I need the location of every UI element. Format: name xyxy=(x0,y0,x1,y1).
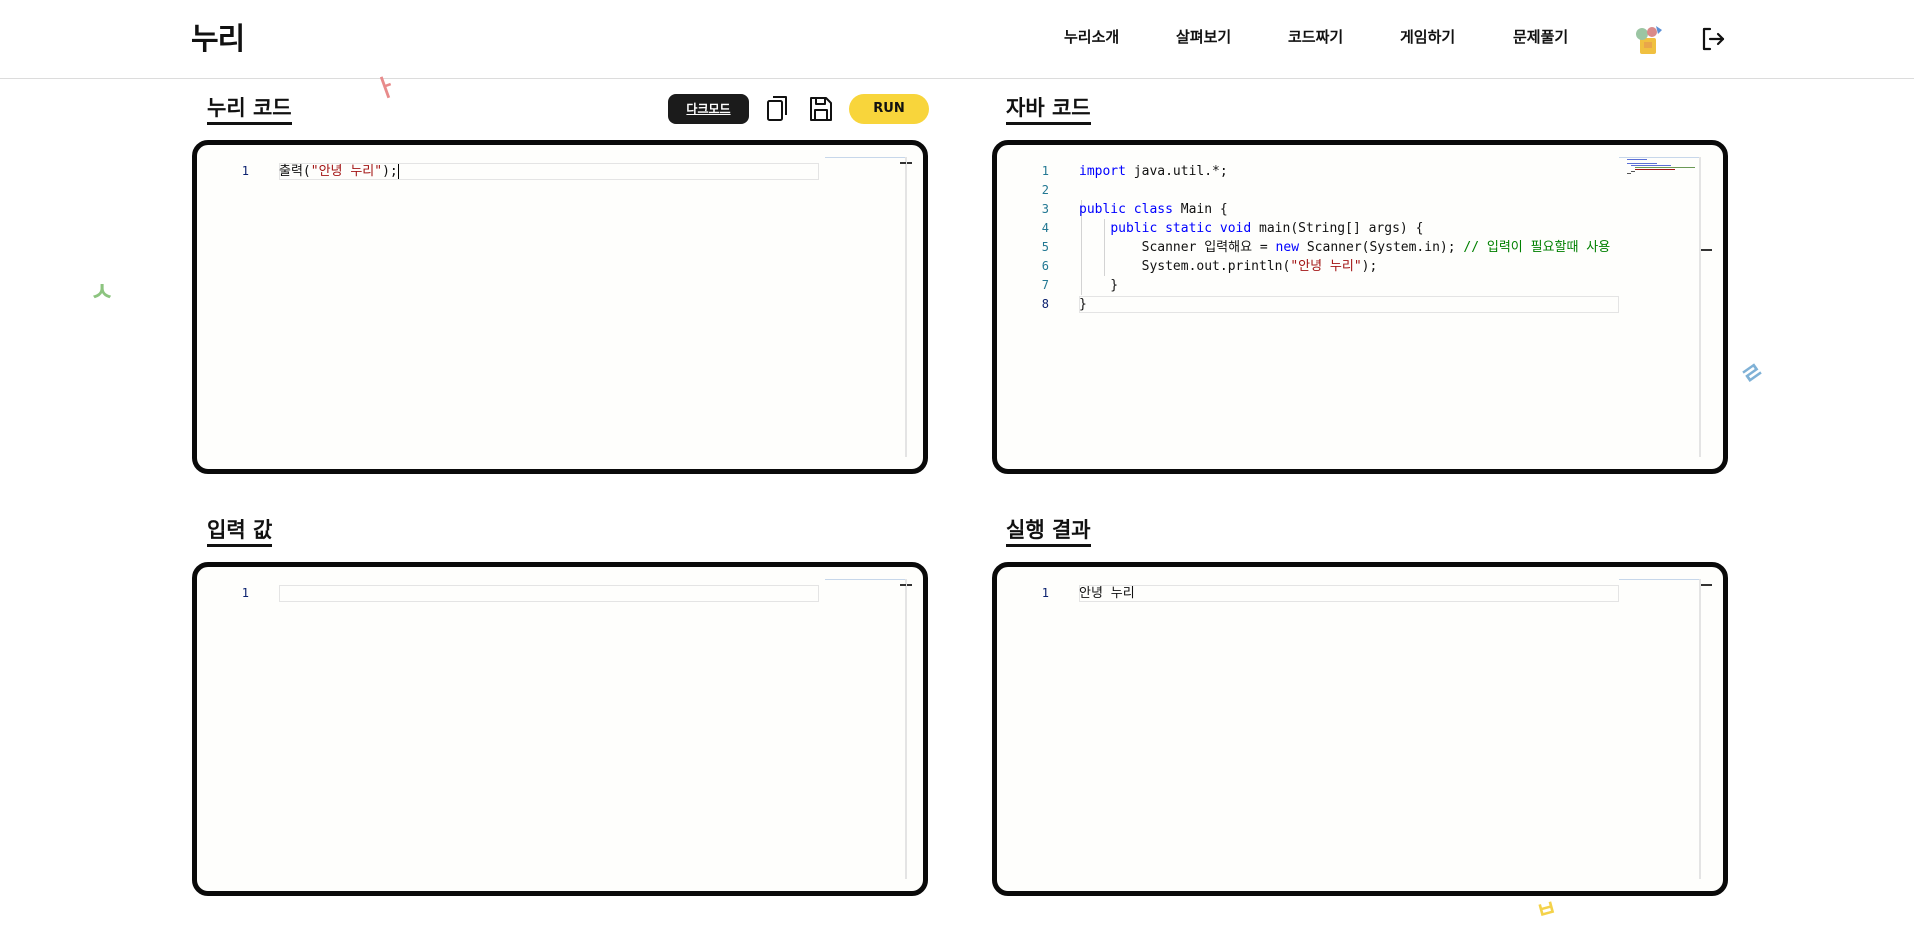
code-token: ); xyxy=(382,164,398,179)
java-code-title: 자바 코드 xyxy=(1006,96,1091,125)
nav-item-game[interactable]: 게임하기 xyxy=(1400,26,1455,47)
input-title: 입력 값 xyxy=(207,518,273,547)
code-token: public static void xyxy=(1110,221,1252,236)
code-token: } xyxy=(1079,278,1119,293)
scroll-position-marker xyxy=(1700,584,1712,586)
code-line: import java.util.*; xyxy=(1079,162,1619,181)
logout-icon[interactable] xyxy=(1700,26,1726,52)
code-token: 출력( xyxy=(279,164,311,179)
dark-mode-button[interactable]: 다크모드 xyxy=(668,94,749,124)
code-token: System.out.println( xyxy=(1079,259,1291,274)
line-number: 6 xyxy=(1041,259,1049,273)
code-token: java.util.*; xyxy=(1125,164,1228,179)
minimap[interactable] xyxy=(1619,579,1700,879)
nuri-code-title: 누리 코드 xyxy=(207,96,292,125)
code-token: "안녕 누리" xyxy=(1290,259,1362,274)
line-number: 7 xyxy=(1041,278,1049,292)
minimap[interactable] xyxy=(1619,157,1700,457)
code-token: Main { xyxy=(1172,202,1228,217)
output-editor[interactable]: 1 안녕 누리 xyxy=(992,562,1728,896)
code-token: Scanner 입력해요 = xyxy=(1079,240,1276,255)
decoration-letter: ㄹ xyxy=(1735,355,1770,392)
code-token: ); xyxy=(1361,259,1378,274)
code-token: Scanner(System.in); xyxy=(1299,240,1464,255)
line-number: 3 xyxy=(1041,202,1049,216)
copy-icon[interactable] xyxy=(764,94,792,124)
code-line: } xyxy=(1079,295,1619,314)
nav-item-code[interactable]: 코드짜기 xyxy=(1288,26,1343,47)
code-token: import xyxy=(1079,164,1126,179)
text-cursor xyxy=(397,164,399,179)
code-token: main(String[] args) { xyxy=(1251,221,1424,236)
line-number: 4 xyxy=(1041,221,1049,235)
output-line-text: 안녕 누리 xyxy=(1079,584,1135,603)
vertical-scrollbar[interactable] xyxy=(906,157,907,457)
line-number: 1 xyxy=(241,164,249,178)
decoration-letter: ㅅ xyxy=(90,278,114,308)
vertical-scrollbar[interactable] xyxy=(1700,579,1701,879)
line-number: 1 xyxy=(1041,586,1049,600)
output-title: 실행 결과 xyxy=(1006,518,1091,547)
line-number: 2 xyxy=(1041,183,1049,197)
nav-item-problems[interactable]: 문제풀기 xyxy=(1513,26,1568,47)
code-line-text: 출력("안녕 누리"); xyxy=(279,162,399,181)
vertical-scrollbar[interactable] xyxy=(906,579,907,879)
code-token: "안녕 누리" xyxy=(310,164,383,179)
line-number: 1 xyxy=(1041,164,1049,178)
logo[interactable]: 누리 xyxy=(191,14,245,58)
avatar[interactable] xyxy=(1628,22,1668,58)
code-token: public class xyxy=(1079,202,1173,217)
code-token: } xyxy=(1079,297,1087,312)
line-number: 8 xyxy=(1041,297,1049,311)
header: 누리 누리소개 살펴보기 코드짜기 게임하기 문제풀기 xyxy=(0,0,1914,79)
current-line-highlight xyxy=(279,585,819,602)
java-code-editor[interactable]: 1 import java.util.*; 2 3 public class Main … xyxy=(992,140,1728,474)
minimap[interactable] xyxy=(825,579,906,879)
code-area[interactable]: 1 출력("안녕 누리"); xyxy=(197,145,923,469)
current-line-highlight xyxy=(1079,585,1619,602)
code-line: System.out.println("안녕 누리"); xyxy=(1079,257,1619,276)
line-number: 1 xyxy=(241,586,249,600)
minimap[interactable] xyxy=(825,157,906,457)
code-line: } xyxy=(1079,276,1619,295)
nav-item-intro[interactable]: 누리소개 xyxy=(1064,26,1119,47)
input-area[interactable]: 1 xyxy=(197,567,923,891)
output-area[interactable]: 1 안녕 누리 xyxy=(997,567,1723,891)
code-token: // 입력이 필요할때 사용 xyxy=(1463,240,1611,255)
save-icon[interactable] xyxy=(807,94,835,124)
nuri-code-editor[interactable]: 1 출력("안녕 누리"); xyxy=(192,140,928,474)
scroll-position-marker xyxy=(1700,249,1712,251)
code-token: new xyxy=(1275,240,1300,255)
line-number: 5 xyxy=(1041,240,1049,254)
run-button[interactable]: RUN xyxy=(849,94,929,124)
code-line: Scanner 입력해요 = new Scanner(System.in); /… xyxy=(1079,238,1619,257)
code-token: 안녕 누리 xyxy=(1079,586,1135,601)
input-editor[interactable]: 1 xyxy=(192,562,928,896)
vertical-scrollbar[interactable] xyxy=(1700,157,1701,457)
code-line: public static void main(String[] args) { xyxy=(1079,219,1619,238)
code-line: public class Main { xyxy=(1079,200,1619,219)
code-area[interactable]: 1 import java.util.*; 2 3 public class Main … xyxy=(997,145,1723,469)
nav-item-explore[interactable]: 살펴보기 xyxy=(1176,26,1231,47)
